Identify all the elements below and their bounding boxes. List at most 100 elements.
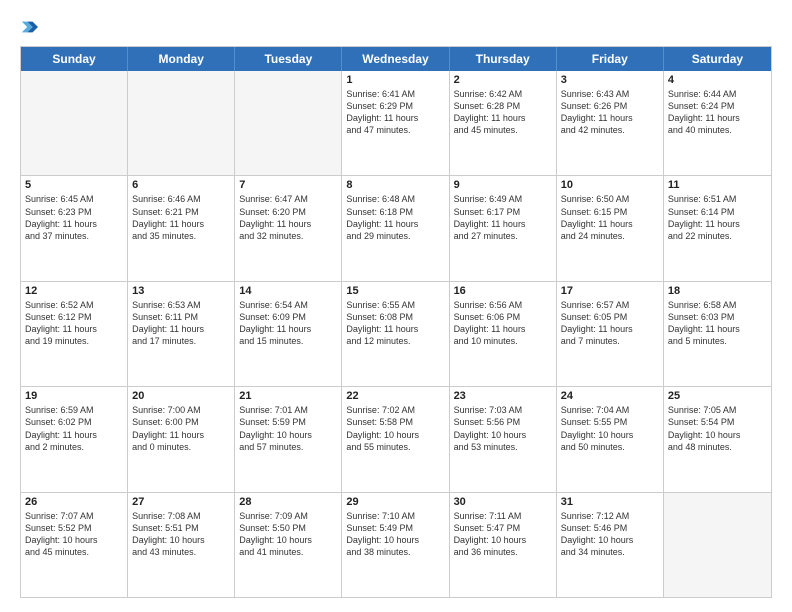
- logo-icon: [20, 18, 38, 36]
- cal-cell: 6 Sunrise: 6:46 AM Sunset: 6:21 PM Daylig…: [128, 176, 235, 280]
- cell-info: Sunrise: 7:07 AM Sunset: 5:52 PM Dayligh…: [25, 510, 123, 559]
- cell-day-number: 13: [132, 285, 230, 297]
- cell-day-number: 20: [132, 390, 230, 402]
- cell-info: Sunrise: 6:57 AM Sunset: 6:05 PM Dayligh…: [561, 299, 659, 348]
- cell-day-number: 25: [668, 390, 767, 402]
- cal-header-cell: Tuesday: [235, 47, 342, 71]
- cal-cell: 29 Sunrise: 7:10 AM Sunset: 5:49 PM Dayli…: [342, 493, 449, 597]
- cell-day-number: 28: [239, 496, 337, 508]
- cal-cell: 3 Sunrise: 6:43 AM Sunset: 6:26 PM Daylig…: [557, 71, 664, 175]
- cal-cell: 30Sunrise: 7:11 AM Sunset: 5:47 PM Dayli…: [450, 493, 557, 597]
- cell-info: Sunrise: 7:10 AM Sunset: 5:49 PM Dayligh…: [346, 510, 444, 559]
- cal-cell: 17 Sunrise: 6:57 AM Sunset: 6:05 PM Dayli…: [557, 282, 664, 386]
- cell-day-number: 29: [346, 496, 444, 508]
- cell-day-number: 23: [454, 390, 552, 402]
- cal-cell: 24 Sunrise: 7:04 AM Sunset: 5:55 PM Dayli…: [557, 387, 664, 491]
- cal-cell: 25 Sunrise: 7:05 AM Sunset: 5:54 PM Dayli…: [664, 387, 771, 491]
- cell-day-number: 22: [346, 390, 444, 402]
- cell-info: Sunrise: 6:44 AM Sunset: 6:24 PM Dayligh…: [668, 88, 767, 137]
- cell-info: Sunrise: 7:02 AM Sunset: 5:58 PM Dayligh…: [346, 404, 444, 453]
- cell-day-number: 2: [454, 74, 552, 86]
- cal-header-cell: Thursday: [450, 47, 557, 71]
- cell-day-number: 24: [561, 390, 659, 402]
- cell-day-number: 16: [454, 285, 552, 297]
- cal-cell: 7 Sunrise: 6:47 AM Sunset: 6:20 PM Daylig…: [235, 176, 342, 280]
- cell-day-number: 1: [346, 74, 444, 86]
- cell-info: Sunrise: 6:41 AM Sunset: 6:29 PM Dayligh…: [346, 88, 444, 137]
- cell-info: Sunrise: 6:56 AM Sunset: 6:06 PM Dayligh…: [454, 299, 552, 348]
- cal-cell: 13 Sunrise: 6:53 AM Sunset: 6:11 PM Dayli…: [128, 282, 235, 386]
- cal-cell: 28 Sunrise: 7:09 AM Sunset: 5:50 PM Dayli…: [235, 493, 342, 597]
- cal-cell: 20 Sunrise: 7:00 AM Sunset: 6:00 PM Dayli…: [128, 387, 235, 491]
- cell-info: Sunrise: 6:48 AM Sunset: 6:18 PM Dayligh…: [346, 193, 444, 242]
- cell-info: Sunrise: 6:50 AM Sunset: 6:15 PM Dayligh…: [561, 193, 659, 242]
- cell-info: Sunrise: 6:45 AM Sunset: 6:23 PM Dayligh…: [25, 193, 123, 242]
- calendar-header-row: SundayMondayTuesdayWednesdayThursdayFrid…: [21, 47, 771, 71]
- cal-cell: 1 Sunrise: 6:41 AM Sunset: 6:29 PM Daylig…: [342, 71, 449, 175]
- cell-info: Sunrise: 7:00 AM Sunset: 6:00 PM Dayligh…: [132, 404, 230, 453]
- cell-day-number: 6: [132, 179, 230, 191]
- cell-day-number: 19: [25, 390, 123, 402]
- cell-info: Sunrise: 6:51 AM Sunset: 6:14 PM Dayligh…: [668, 193, 767, 242]
- cell-info: Sunrise: 6:55 AM Sunset: 6:08 PM Dayligh…: [346, 299, 444, 348]
- cell-info: Sunrise: 6:49 AM Sunset: 6:17 PM Dayligh…: [454, 193, 552, 242]
- cal-cell: 27Sunrise: 7:08 AM Sunset: 5:51 PM Dayli…: [128, 493, 235, 597]
- cal-header-cell: Friday: [557, 47, 664, 71]
- cal-cell: 16 Sunrise: 6:56 AM Sunset: 6:06 PM Dayli…: [450, 282, 557, 386]
- cal-cell: 14 Sunrise: 6:54 AM Sunset: 6:09 PM Dayli…: [235, 282, 342, 386]
- cell-day-number: 11: [668, 179, 767, 191]
- cal-cell: [235, 71, 342, 175]
- cell-info: Sunrise: 6:46 AM Sunset: 6:21 PM Dayligh…: [132, 193, 230, 242]
- cell-info: Sunrise: 6:43 AM Sunset: 6:26 PM Dayligh…: [561, 88, 659, 137]
- cell-day-number: 14: [239, 285, 337, 297]
- cal-cell: [664, 493, 771, 597]
- cal-cell: [21, 71, 128, 175]
- cell-day-number: 3: [561, 74, 659, 86]
- cell-day-number: 5: [25, 179, 123, 191]
- cell-info: Sunrise: 6:58 AM Sunset: 6:03 PM Dayligh…: [668, 299, 767, 348]
- cell-day-number: 17: [561, 285, 659, 297]
- cell-info: Sunrise: 7:08 AM Sunset: 5:51 PM Dayligh…: [132, 510, 230, 559]
- cal-cell: 21Sunrise: 7:01 AM Sunset: 5:59 PM Dayli…: [235, 387, 342, 491]
- cal-cell: 19Sunrise: 6:59 AM Sunset: 6:02 PM Dayli…: [21, 387, 128, 491]
- cell-day-number: 26: [25, 496, 123, 508]
- cal-row: 5 Sunrise: 6:45 AM Sunset: 6:23 PM Daylig…: [21, 175, 771, 280]
- cell-day-number: 7: [239, 179, 337, 191]
- cell-info: Sunrise: 7:12 AM Sunset: 5:46 PM Dayligh…: [561, 510, 659, 559]
- cal-cell: 31 Sunrise: 7:12 AM Sunset: 5:46 PM Dayli…: [557, 493, 664, 597]
- cal-cell: 22 Sunrise: 7:02 AM Sunset: 5:58 PM Dayli…: [342, 387, 449, 491]
- cell-day-number: 10: [561, 179, 659, 191]
- cal-cell: 18 Sunrise: 6:58 AM Sunset: 6:03 PM Dayli…: [664, 282, 771, 386]
- cell-day-number: 18: [668, 285, 767, 297]
- cal-cell: 9Sunrise: 6:49 AM Sunset: 6:17 PM Daylig…: [450, 176, 557, 280]
- cell-day-number: 15: [346, 285, 444, 297]
- cell-info: Sunrise: 7:04 AM Sunset: 5:55 PM Dayligh…: [561, 404, 659, 453]
- cal-cell: 12 Sunrise: 6:52 AM Sunset: 6:12 PM Dayli…: [21, 282, 128, 386]
- cell-day-number: 8: [346, 179, 444, 191]
- cal-cell: 5 Sunrise: 6:45 AM Sunset: 6:23 PM Daylig…: [21, 176, 128, 280]
- cell-day-number: 12: [25, 285, 123, 297]
- cal-header-cell: Wednesday: [342, 47, 449, 71]
- cal-cell: 23Sunrise: 7:03 AM Sunset: 5:56 PM Dayli…: [450, 387, 557, 491]
- cal-cell: 10 Sunrise: 6:50 AM Sunset: 6:15 PM Dayli…: [557, 176, 664, 280]
- header: [20, 18, 772, 36]
- cal-cell: 11 Sunrise: 6:51 AM Sunset: 6:14 PM Dayli…: [664, 176, 771, 280]
- cal-cell: 15 Sunrise: 6:55 AM Sunset: 6:08 PM Dayli…: [342, 282, 449, 386]
- cal-cell: 26 Sunrise: 7:07 AM Sunset: 5:52 PM Dayli…: [21, 493, 128, 597]
- cal-cell: [128, 71, 235, 175]
- cell-info: Sunrise: 6:54 AM Sunset: 6:09 PM Dayligh…: [239, 299, 337, 348]
- cell-info: Sunrise: 6:47 AM Sunset: 6:20 PM Dayligh…: [239, 193, 337, 242]
- calendar-body: 1 Sunrise: 6:41 AM Sunset: 6:29 PM Daylig…: [21, 71, 771, 597]
- cell-info: Sunrise: 6:42 AM Sunset: 6:28 PM Dayligh…: [454, 88, 552, 137]
- cell-info: Sunrise: 6:52 AM Sunset: 6:12 PM Dayligh…: [25, 299, 123, 348]
- cal-row: 12 Sunrise: 6:52 AM Sunset: 6:12 PM Dayli…: [21, 281, 771, 386]
- cell-info: Sunrise: 7:09 AM Sunset: 5:50 PM Dayligh…: [239, 510, 337, 559]
- cell-day-number: 31: [561, 496, 659, 508]
- cal-row: 19Sunrise: 6:59 AM Sunset: 6:02 PM Dayli…: [21, 386, 771, 491]
- cell-day-number: 30: [454, 496, 552, 508]
- cell-day-number: 21: [239, 390, 337, 402]
- cell-info: Sunrise: 6:53 AM Sunset: 6:11 PM Dayligh…: [132, 299, 230, 348]
- cell-info: Sunrise: 7:05 AM Sunset: 5:54 PM Dayligh…: [668, 404, 767, 453]
- cal-header-cell: Sunday: [21, 47, 128, 71]
- cal-row: 26 Sunrise: 7:07 AM Sunset: 5:52 PM Dayli…: [21, 492, 771, 597]
